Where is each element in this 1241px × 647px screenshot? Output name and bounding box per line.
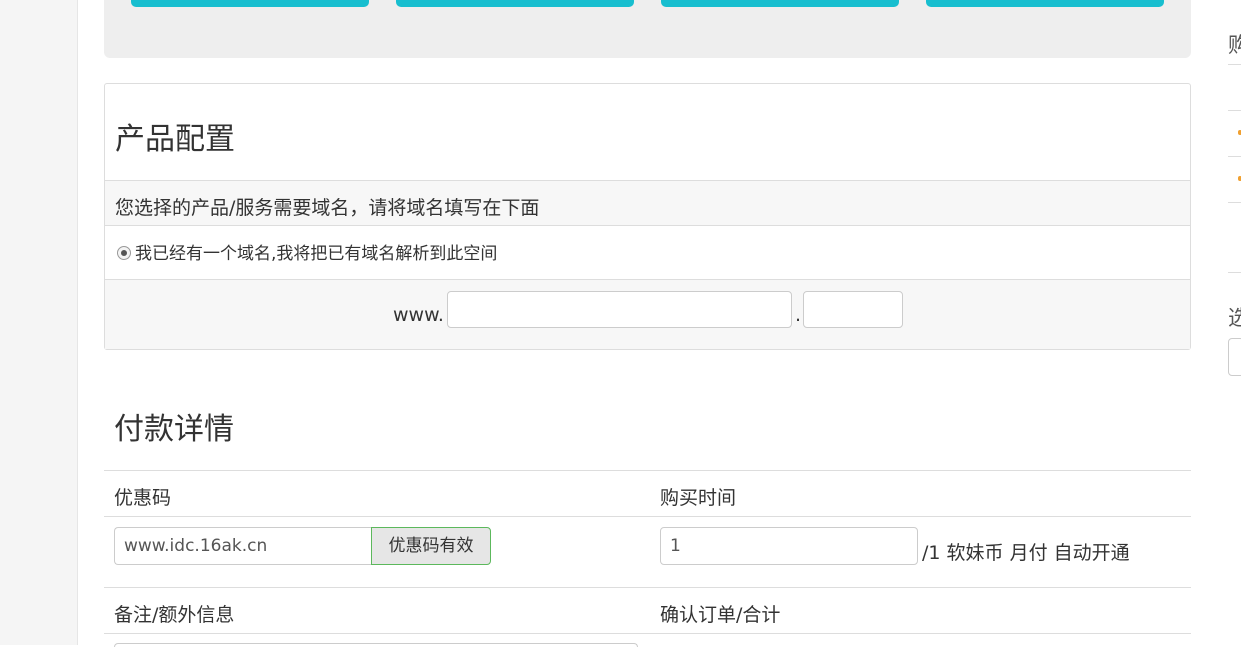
- left-gutter: [0, 0, 78, 645]
- coupon-label: 优惠码: [114, 487, 172, 509]
- product-config-panel: 产品配置 您选择的产品/服务需要域名，请将域名填写在下面 我已经有一个域名,我将…: [104, 83, 1191, 350]
- sidebar-divider: [1228, 110, 1241, 111]
- sidebar-divider: [1228, 64, 1241, 65]
- domain-input-row: www. .: [105, 279, 1190, 349]
- divider: [104, 516, 1191, 517]
- quantity-input[interactable]: 1: [660, 527, 918, 565]
- sidebar-divider: [1228, 202, 1241, 203]
- sidebar-divider: [1228, 156, 1241, 157]
- top-tab-1[interactable]: [131, 0, 369, 7]
- notes-label: 备注/额外信息: [114, 604, 235, 626]
- notes-textarea[interactable]: [114, 643, 638, 647]
- purchase-period-label: 购买时间: [660, 487, 737, 509]
- domain-option-row[interactable]: 我已经有一个域名,我将把已有域名解析到此空间: [105, 226, 1190, 279]
- top-tab-3[interactable]: [661, 0, 899, 7]
- order-total-label: 确认订单/合计: [660, 604, 781, 626]
- top-tab-2[interactable]: [396, 0, 634, 7]
- product-config-title: 产品配置: [115, 122, 235, 157]
- domain-name-input[interactable]: [447, 291, 792, 328]
- domain-dot: .: [795, 304, 802, 326]
- sidebar-heading: 购: [1228, 33, 1241, 57]
- domain-hint-row: 您选择的产品/服务需要域名，请将域名填写在下面: [105, 180, 1190, 226]
- coupon-input[interactable]: www.idc.16ak.cn: [114, 527, 372, 565]
- divider: [104, 587, 1191, 588]
- sidebar-select-label: 选: [1228, 306, 1241, 330]
- sidebar-select[interactable]: [1228, 338, 1241, 376]
- existing-domain-radio[interactable]: [117, 246, 131, 260]
- divider: [104, 470, 1191, 471]
- divider: [104, 633, 1191, 634]
- www-prefix: www.: [393, 304, 444, 326]
- sidebar-divider: [1228, 272, 1241, 273]
- existing-domain-label[interactable]: 我已经有一个域名,我将把已有域名解析到此空间: [135, 239, 497, 264]
- right-sidebar: 购 选: [1228, 0, 1241, 645]
- payment-details-title: 付款详情: [114, 412, 234, 447]
- top-panel: [104, 0, 1191, 58]
- price-suffix: /1 软妹币 月付 自动开通: [922, 542, 1130, 564]
- domain-hint: 您选择的产品/服务需要域名，请将域名填写在下面: [115, 197, 540, 219]
- top-tab-4[interactable]: [926, 0, 1164, 7]
- domain-tld-input[interactable]: [803, 291, 903, 328]
- coupon-valid-button[interactable]: 优惠码有效: [371, 527, 491, 565]
